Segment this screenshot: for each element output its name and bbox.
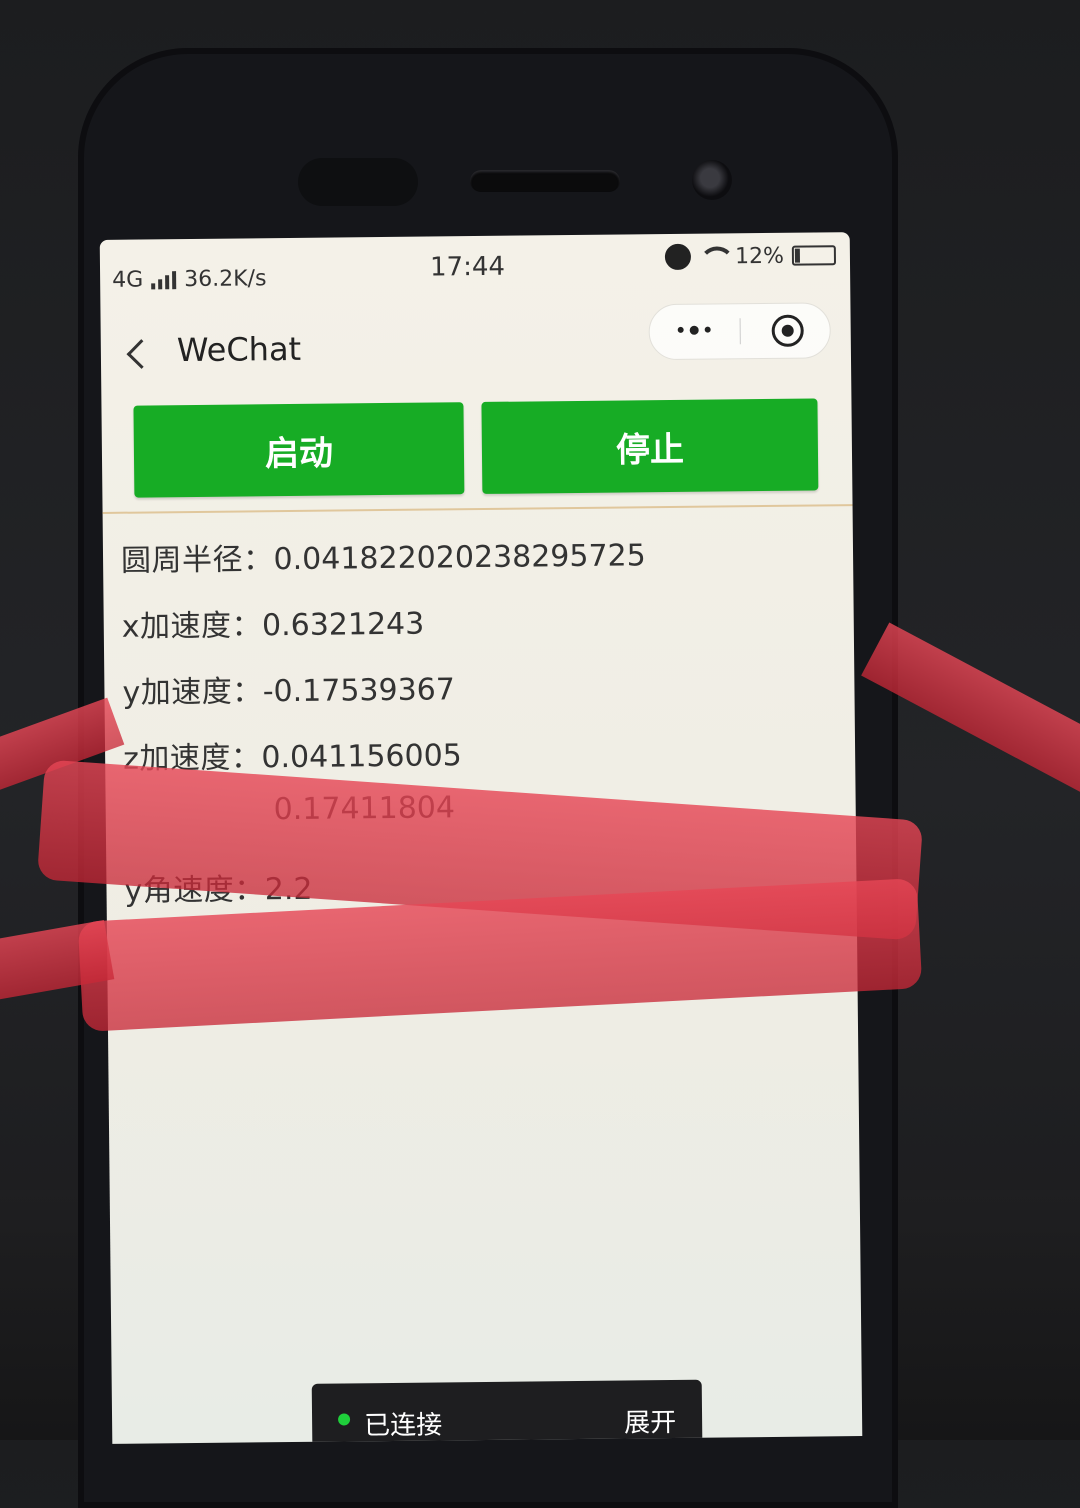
- reading-value: 2.2: [265, 872, 313, 907]
- reading-x-accel: x加速度：0.6321243: [122, 599, 425, 646]
- status-bar: 4G 36.2K/s 17:44 12%: [100, 232, 851, 310]
- section-divider: [103, 504, 853, 514]
- battery-fill: [795, 249, 800, 263]
- back-icon[interactable]: [127, 339, 157, 369]
- reading-value: 0.041156005: [261, 738, 462, 775]
- alarm-icon: [665, 244, 691, 270]
- phone-screen: 4G 36.2K/s 17:44 12% WeChat 启动 停止 圆周半径：0…: [100, 232, 863, 1444]
- status-right: 12%: [665, 242, 836, 270]
- status-left: 4G 36.2K/s: [112, 266, 267, 293]
- nav-bar: WeChat: [100, 302, 851, 400]
- connection-status: 已连接: [364, 1404, 442, 1442]
- clock: 17:44: [430, 252, 505, 283]
- close-mini-program-icon[interactable]: [772, 315, 804, 347]
- reading-label: z加速度：: [123, 740, 262, 776]
- network-speed: 36.2K/s: [184, 266, 267, 292]
- signal-icon: [151, 271, 176, 289]
- connected-dot-icon: [338, 1413, 350, 1425]
- reading-label: y加速度：: [122, 674, 263, 710]
- battery-icon: [792, 245, 836, 265]
- stop-button[interactable]: 停止: [481, 398, 818, 494]
- reading-value: -0.17539367: [263, 672, 456, 709]
- reading-partial: 0.17411804: [274, 790, 456, 827]
- reading-radius: 圆周半径：0.041822020238295725: [121, 530, 646, 579]
- battery-percent: 12%: [735, 243, 784, 269]
- mini-program-capsule: [648, 302, 831, 360]
- nav-title: WeChat: [177, 330, 302, 369]
- reading-label: 圆周半径：: [121, 542, 274, 579]
- reading-z-accel: z加速度：0.041156005: [123, 730, 462, 778]
- start-button[interactable]: 启动: [133, 402, 464, 497]
- reading-y-accel: y加速度：-0.17539367: [122, 664, 455, 711]
- reading-y-gyro: y角速度：2.2: [124, 864, 312, 910]
- network-type: 4G: [112, 268, 143, 293]
- earpiece-speaker: [470, 170, 620, 192]
- more-icon[interactable]: [678, 327, 711, 335]
- capsule-divider: [740, 318, 741, 344]
- wifi-icon: [699, 246, 727, 266]
- reading-value: 0.041822020238295725: [273, 538, 646, 577]
- reading-label: y角速度：: [124, 872, 265, 908]
- reading-value: 0.17411804: [274, 790, 456, 827]
- reading-label: x加速度：: [122, 608, 263, 644]
- proximity-sensor: [298, 158, 418, 206]
- front-camera: [692, 160, 732, 200]
- connection-float-bar[interactable]: 已连接 展开: [312, 1380, 703, 1444]
- reading-value: 0.6321243: [262, 607, 425, 644]
- expand-link[interactable]: 展开: [624, 1402, 676, 1440]
